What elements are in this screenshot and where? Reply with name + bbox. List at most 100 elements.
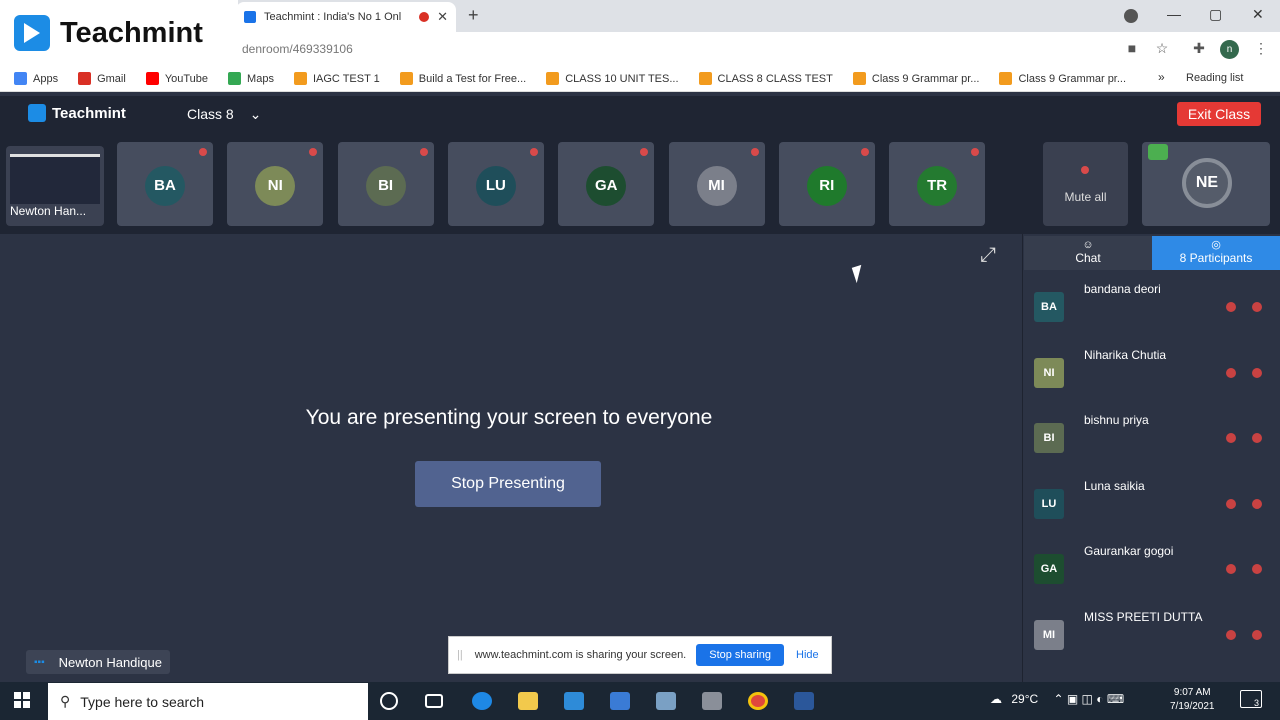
- stop-sharing-button[interactable]: Stop sharing: [696, 644, 785, 666]
- url-field[interactable]: denroom/469339106: [242, 42, 353, 56]
- bookmark-item[interactable]: Class 9 Grammar pr...: [999, 72, 1126, 85]
- mic-muted-icon[interactable]: [1226, 302, 1236, 312]
- participant-tile[interactable]: BA: [117, 142, 213, 226]
- word-icon[interactable]: [794, 692, 814, 710]
- reading-list-button[interactable]: Reading list: [1186, 72, 1243, 84]
- class-selector-label: Class 8: [187, 106, 234, 122]
- camera-app-icon[interactable]: [702, 692, 722, 710]
- participant-tile[interactable]: LU: [447, 142, 544, 226]
- audio-level-icon: ▪▪▪: [34, 656, 45, 668]
- extensions-icon[interactable]: ✚: [1190, 40, 1208, 58]
- windows-start-icon[interactable]: [14, 692, 30, 708]
- bookmark-label: Class 9 Grammar pr...: [1018, 72, 1127, 85]
- mic-muted-icon[interactable]: [1226, 433, 1236, 444]
- mute-all-button[interactable]: Mute all: [1043, 142, 1128, 226]
- participant-row[interactable]: MI MISS PREETI DUTTA: [1024, 610, 1280, 674]
- store-icon[interactable]: [610, 692, 630, 710]
- new-tab-button[interactable]: +: [468, 5, 479, 26]
- drag-handle-icon[interactable]: ||: [457, 649, 463, 661]
- participant-tile[interactable]: TR: [889, 142, 986, 226]
- notification-icon[interactable]: 3: [1240, 690, 1262, 708]
- mic-muted-icon[interactable]: [1226, 498, 1236, 509]
- screen-preview: [10, 154, 100, 204]
- bookmark-item[interactable]: YouTube: [145, 72, 208, 85]
- participant-tile[interactable]: BI: [337, 142, 434, 226]
- bookmark-star-icon[interactable]: ☆: [1153, 40, 1171, 58]
- tab-participants[interactable]: ◎ 8 Participants: [1152, 236, 1280, 270]
- hide-button[interactable]: Hide: [796, 649, 819, 661]
- presentation-area: [0, 234, 1018, 682]
- bookmark-item[interactable]: IAGC TEST 1: [293, 72, 380, 85]
- camera-icon[interactable]: ■: [1123, 40, 1141, 58]
- browser-menu-icon[interactable]: ⋮: [1252, 40, 1270, 58]
- tab-chat-label: Chat: [1075, 251, 1101, 265]
- participant-row[interactable]: BA bandana deori: [1024, 282, 1280, 346]
- video-off-icon[interactable]: [1252, 630, 1262, 640]
- participant-avatar: RI: [806, 166, 847, 206]
- self-video-tile[interactable]: Newton Han...: [6, 146, 104, 226]
- participant-tile[interactable]: GA: [558, 142, 655, 226]
- participant-row[interactable]: NI Niharika Chutia: [1024, 348, 1280, 412]
- weather-icon: ☁: [990, 692, 1002, 706]
- mail-icon[interactable]: [564, 692, 584, 710]
- bookmark-icon: [852, 72, 866, 85]
- participant-avatar: MI: [696, 166, 737, 206]
- video-off-icon[interactable]: [1252, 302, 1262, 312]
- maximize-icon[interactable]: ▢: [1209, 6, 1222, 23]
- bookmark-item[interactable]: Gmail: [78, 72, 126, 85]
- screen-share-bar: || www.teachmint.com is sharing your scr…: [448, 636, 832, 674]
- fullscreen-icon[interactable]: ⤢: [980, 244, 996, 267]
- file-explorer-icon[interactable]: [518, 692, 538, 710]
- bookmark-item[interactable]: Apps: [14, 72, 58, 85]
- profile-avatar[interactable]: n: [1220, 40, 1239, 59]
- minimize-icon[interactable]: —: [1167, 6, 1181, 22]
- chevron-down-icon: ⌄: [249, 106, 262, 122]
- class-selector[interactable]: Class 8 ⌄: [187, 106, 261, 123]
- bookmark-label: CLASS 8 CLASS TEST: [717, 72, 833, 85]
- bookmark-item[interactable]: Build a Test for Free...: [399, 72, 526, 85]
- video-off-icon[interactable]: [1252, 564, 1262, 575]
- mic-muted-icon[interactable]: [1226, 367, 1236, 378]
- bookmarks-overflow-icon[interactable]: »: [1158, 70, 1165, 84]
- mic-muted-icon[interactable]: [1226, 564, 1236, 575]
- video-off-icon[interactable]: [1252, 433, 1262, 444]
- bookmark-item[interactable]: CLASS 10 UNIT TES...: [546, 72, 679, 85]
- video-off-icon[interactable]: [1252, 498, 1262, 509]
- participant-tile[interactable]: MI: [668, 142, 765, 226]
- clock[interactable]: 9:07 AM 7/19/2021: [1170, 686, 1215, 714]
- window-close-icon[interactable]: ✕: [1252, 6, 1264, 23]
- recording-icon: [419, 12, 430, 22]
- taskbar-search[interactable]: ⚲ Type here to search: [48, 683, 368, 720]
- teachmint-logo: Teachmint: [0, 0, 238, 66]
- system-tray[interactable]: ☁ 29°C ⌃ ▣ ◫ ◐ ⌨: [990, 692, 1124, 706]
- participant-row[interactable]: BI bishnu priya: [1024, 413, 1280, 477]
- exit-class-button[interactable]: Exit Class: [1177, 102, 1261, 126]
- host-badge-icon: [1148, 144, 1168, 160]
- bookmark-item[interactable]: CLASS 8 CLASS TEST: [698, 72, 833, 85]
- bookmark-icon: [698, 72, 712, 85]
- tab-chat[interactable]: ☺ Chat: [1024, 236, 1152, 270]
- cortana-icon[interactable]: [380, 692, 398, 710]
- bookmark-icon: [228, 72, 242, 85]
- mic-muted-icon[interactable]: [1226, 630, 1236, 640]
- tab-close-icon[interactable]: ✕: [437, 9, 448, 25]
- participant-tile[interactable]: NI: [227, 142, 324, 226]
- participant-name: bandana deori: [1084, 282, 1161, 296]
- participant-tile[interactable]: RI: [778, 142, 875, 226]
- participant-row[interactable]: GA Gaurankar gogoi: [1024, 544, 1280, 608]
- bookmark-item[interactable]: Class 9 Grammar pr...: [852, 72, 979, 85]
- edge-icon[interactable]: [472, 692, 492, 710]
- video-off-icon[interactable]: [1252, 367, 1262, 378]
- host-tile[interactable]: NE: [1142, 142, 1270, 226]
- media-control-icon[interactable]: [1124, 9, 1138, 23]
- chrome-icon[interactable]: [748, 692, 768, 710]
- participant-row[interactable]: LU Luna saikia: [1024, 479, 1280, 543]
- bookmark-item[interactable]: Maps: [228, 72, 274, 85]
- participant-avatar: BI: [365, 166, 406, 206]
- app-icon[interactable]: [656, 692, 676, 710]
- stop-presenting-button[interactable]: Stop Presenting: [415, 461, 601, 507]
- bookmark-label: Gmail: [97, 72, 126, 85]
- mic-muted-icon: [971, 148, 980, 156]
- task-view-icon[interactable]: [425, 694, 443, 708]
- browser-tab[interactable]: Teachmint : India's No 1 Onl ✕: [236, 2, 456, 32]
